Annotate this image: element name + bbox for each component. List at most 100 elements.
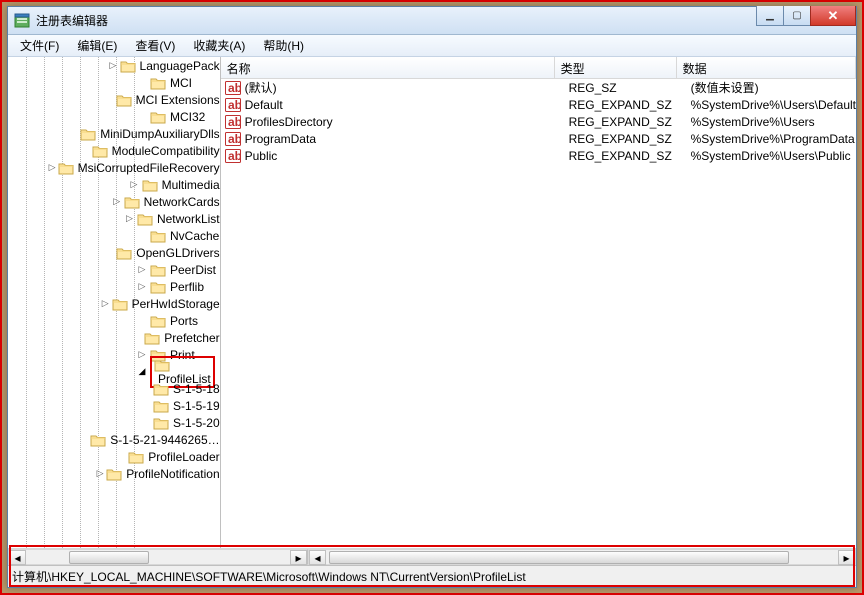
menubar: 文件(F) 编辑(E) 查看(V) 收藏夹(A) 帮助(H) [8, 35, 856, 57]
expander-closed-icon[interactable]: ▷ [136, 264, 148, 276]
scroll-left-button[interactable]: ◂ [309, 550, 326, 565]
expander-open-icon[interactable]: ◢ [136, 366, 148, 378]
tree-node-label: NvCache [170, 229, 219, 243]
expander-closed-icon[interactable]: ▷ [108, 60, 117, 72]
tree-node[interactable]: MCI32 [8, 108, 220, 125]
scroll-right-button[interactable]: ▸ [838, 550, 855, 565]
value-type: REG_SZ [569, 81, 691, 95]
tree-node[interactable]: ▷ Perflib [8, 278, 220, 295]
tree-node[interactable]: S-1-5-19 [8, 397, 220, 414]
expander-closed-icon[interactable]: ▷ [96, 468, 104, 480]
close-button[interactable]: ✕ [810, 6, 856, 26]
value-data: (数值未设置) [691, 79, 856, 96]
scroll-thumb[interactable] [69, 551, 149, 564]
value-data: %SystemDrive%\Users\Default [691, 98, 856, 112]
value-type: REG_EXPAND_SZ [569, 149, 691, 163]
tree-node-label: S-1-5-21-9446265… [110, 433, 219, 447]
tree-node[interactable]: NvCache [8, 227, 220, 244]
titlebar[interactable]: 注册表编辑器 ▁ ▢ ✕ [8, 7, 856, 35]
list-item[interactable]: ProgramDataREG_EXPAND_SZ%SystemDrive%\Pr… [221, 130, 856, 147]
tree-node-label: ProfileNotification [126, 467, 219, 481]
tree-node[interactable]: MiniDumpAuxiliaryDlls [8, 125, 220, 142]
tree-node-label: PerHwIdStorage [132, 297, 220, 311]
tree-node-label: ModuleCompatibility [112, 144, 220, 158]
tree-node[interactable]: S-1-5-20 [8, 414, 220, 431]
column-name[interactable]: 名称 [221, 57, 555, 78]
folder-icon [150, 263, 166, 277]
tree-node-label: LanguagePack [140, 59, 220, 73]
tree-node[interactable]: S-1-5-18 [8, 380, 220, 397]
list-item[interactable]: PublicREG_EXPAND_SZ%SystemDrive%\Users\P… [221, 147, 856, 164]
list-horizontal-scrollbar[interactable]: ◂ ▸ [308, 549, 856, 565]
tree-node[interactable]: MCI Extensions [8, 91, 220, 108]
folder-icon [142, 178, 158, 192]
minimize-icon: ▁ [766, 10, 774, 21]
menu-file[interactable]: 文件(F) [12, 35, 67, 56]
folder-icon [144, 331, 160, 345]
column-type[interactable]: 类型 [555, 57, 677, 78]
string-value-icon [225, 148, 241, 164]
tree-node[interactable]: ▷ NetworkList [8, 210, 220, 227]
expander-closed-icon[interactable]: ▷ [136, 281, 148, 293]
tree-node-label: Perflib [170, 280, 204, 294]
string-value-icon [225, 114, 241, 130]
expander-none [140, 400, 151, 412]
menu-view[interactable]: 查看(V) [127, 35, 183, 56]
tree-node[interactable]: ▷NetworkCards [8, 193, 220, 210]
value-name: Public [245, 149, 569, 163]
tree-node[interactable]: ▷ LanguagePack [8, 57, 220, 74]
list-item[interactable]: ProfilesDirectoryREG_EXPAND_SZ%SystemDri… [221, 113, 856, 130]
folder-icon [150, 110, 166, 124]
close-icon: ✕ [828, 8, 839, 24]
expander-closed-icon[interactable]: ▷ [136, 349, 148, 361]
tree-node-label: S-1-5-18 [173, 382, 220, 396]
menu-edit[interactable]: 编辑(E) [69, 35, 125, 56]
tree-node[interactable]: ▷ ProfileNotification [8, 465, 220, 482]
body-split: ▷ LanguagePackMCIMCI Extensions MCI32MiniD… [8, 57, 856, 548]
folder-icon [124, 195, 140, 209]
scroll-right-button[interactable]: ▸ [290, 550, 307, 565]
list-item[interactable]: (默认)REG_SZ(数值未设置) [221, 79, 856, 96]
tree-node[interactable]: ◢ProfileList [8, 363, 220, 380]
expander-none [83, 145, 90, 157]
tree-horizontal-scrollbar[interactable]: ◂ ▸ [8, 549, 308, 565]
folder-icon [137, 212, 153, 226]
tree-node[interactable]: ProfileLoader [8, 448, 220, 465]
expander-closed-icon[interactable]: ▷ [128, 179, 139, 191]
tree-node[interactable]: OpenGLDrivers [8, 244, 220, 261]
tree-node[interactable]: ▷MsiCorruptedFileRecovery [8, 159, 220, 176]
tree-node[interactable]: ▷PeerDist [8, 261, 220, 278]
folder-icon [128, 450, 144, 464]
tree-node[interactable]: ModuleCompatibility [8, 142, 220, 159]
minimize-button[interactable]: ▁ [756, 6, 784, 26]
tree-node[interactable]: S-1-5-21-9446265… [8, 431, 220, 448]
folder-icon [154, 358, 211, 372]
tree-node[interactable]: MCI [8, 74, 220, 91]
expander-closed-icon[interactable]: ▷ [112, 196, 122, 208]
value-data: %SystemDrive%\Users [691, 115, 856, 129]
tree-node-label: MCI32 [170, 110, 205, 124]
tree-node[interactable]: ▷Multimedia [8, 176, 220, 193]
tree-node[interactable]: Ports [8, 312, 220, 329]
list-item[interactable]: DefaultREG_EXPAND_SZ%SystemDrive%\Users\… [221, 96, 856, 113]
folder-icon [120, 59, 136, 73]
tree-node-label: Ports [170, 314, 198, 328]
expander-closed-icon[interactable]: ▷ [101, 298, 110, 310]
scroll-left-button[interactable]: ◂ [9, 550, 26, 565]
window-title: 注册表编辑器 [36, 12, 108, 29]
column-data[interactable]: 数据 [677, 57, 856, 78]
value-list[interactable]: (默认)REG_SZ(数值未设置)DefaultREG_EXPAND_SZ%Sy… [221, 79, 856, 548]
folder-icon [150, 314, 166, 328]
menu-help[interactable]: 帮助(H) [255, 35, 312, 56]
maximize-button[interactable]: ▢ [783, 6, 811, 26]
registry-tree[interactable]: ▷ LanguagePackMCIMCI Extensions MCI32MiniD… [8, 57, 220, 482]
tree-node-label: S-1-5-19 [173, 399, 220, 413]
expander-closed-icon[interactable]: ▷ [49, 162, 56, 174]
scroll-thumb[interactable] [329, 551, 789, 564]
tree-node[interactable]: ▷ PerHwIdStorage [8, 295, 220, 312]
tree-node[interactable]: Prefetcher [8, 329, 220, 346]
menu-favorites[interactable]: 收藏夹(A) [185, 35, 253, 56]
tree-node-label: NetworkList [157, 212, 220, 226]
expander-none [136, 230, 148, 242]
expander-closed-icon[interactable]: ▷ [124, 213, 135, 225]
